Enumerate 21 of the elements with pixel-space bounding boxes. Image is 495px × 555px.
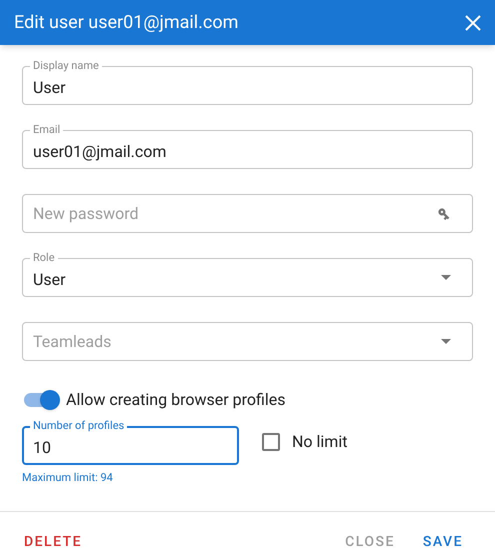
- field-placeholder: New password: [33, 202, 140, 224]
- field-value: 10: [33, 436, 51, 458]
- field-value: User: [33, 76, 67, 98]
- toggle-label: Allow creating browser profiles: [66, 389, 286, 411]
- checkbox[interactable]: [262, 433, 280, 451]
- close-icon[interactable]: [463, 12, 483, 32]
- dropdown-caret-icon: [441, 275, 451, 280]
- field-label: Number of profiles: [30, 419, 128, 433]
- field-label: Display name: [30, 59, 102, 73]
- key-icon: [437, 206, 451, 220]
- close-button[interactable]: CLOSE: [343, 526, 397, 555]
- field-value: User: [33, 268, 67, 290]
- save-button[interactable]: SAVE: [420, 526, 465, 555]
- field-placeholder: Teamleads: [33, 330, 112, 352]
- toggle-switch[interactable]: [22, 390, 60, 410]
- field-value: user01@jmail.com: [33, 140, 168, 162]
- dropdown-caret-icon: [441, 339, 451, 344]
- delete-button[interactable]: DELETE: [22, 526, 84, 555]
- dialog-title: Edit user user01@jmail.com: [14, 11, 238, 35]
- helper-text: Maximum limit: 94: [21, 470, 114, 486]
- checkbox-label: No limit: [292, 431, 348, 453]
